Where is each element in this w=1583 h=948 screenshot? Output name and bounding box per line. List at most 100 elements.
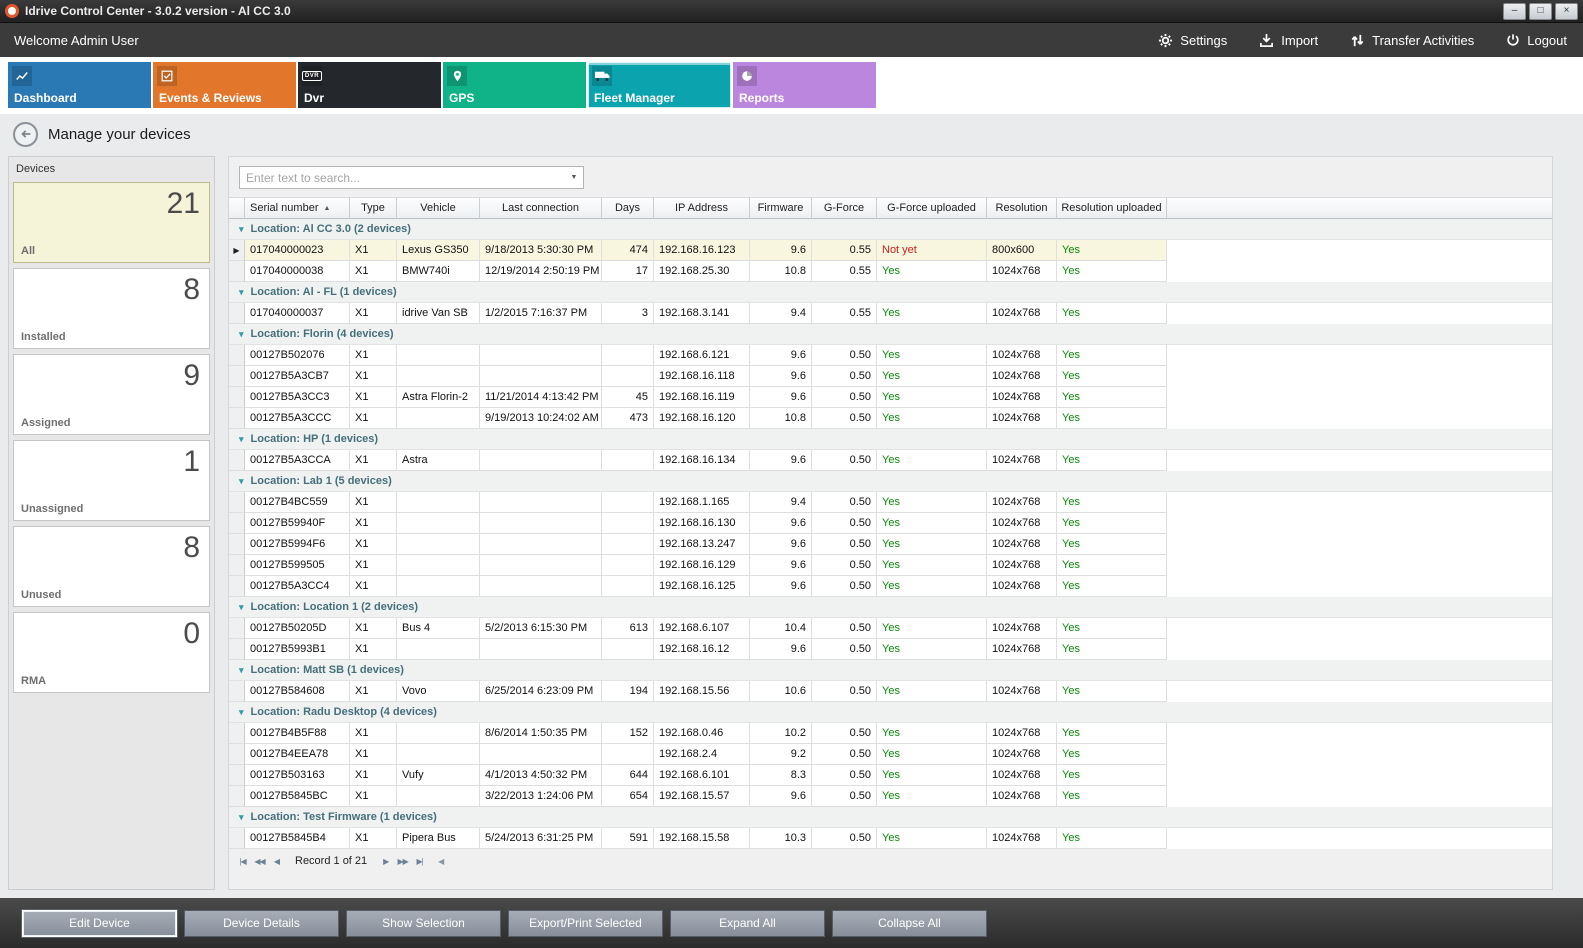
device-row[interactable]: ▶017040000023X1Lexus GS3509/18/2013 5:30… [229,240,1552,261]
cell-resolution-uploaded: Yes [1057,492,1167,513]
maximize-button[interactable]: □ [1529,3,1552,20]
topbar-actions: Settings Import Transfer Activities Logout [1158,33,1567,48]
tab-reports[interactable]: Reports [733,62,876,108]
topbar-action-transfer-activities[interactable]: Transfer Activities [1350,33,1474,48]
h-scroll-left-icon[interactable]: ◀ [438,857,444,866]
search-combobox[interactable]: ▼ [239,166,584,189]
device-row[interactable]: 00127B59940FX1192.168.16.1309.60.50Yes10… [229,513,1552,534]
device-row[interactable]: 00127B5A3CB7X1192.168.16.1189.60.50Yes10… [229,366,1552,387]
device-filter-card-installed[interactable]: 8Installed [13,268,210,349]
topbar-action-logout[interactable]: Logout [1506,33,1567,48]
group-row[interactable]: ▾Location: Al CC 3.0 (2 devices) [229,219,1552,240]
group-row[interactable]: ▾Location: Radu Desktop (4 devices) [229,702,1552,723]
collapse-all-button[interactable]: Collapse All [832,910,987,937]
cell-days: 644 [602,765,654,786]
cell-last-connection [480,513,602,534]
column-header-days[interactable]: Days [602,197,654,219]
tab-gps[interactable]: GPS [443,62,586,108]
cell-vehicle [397,744,480,765]
column-header-last-connection[interactable]: Last connection [480,197,602,219]
group-row[interactable]: ▾Location: Matt SB (1 devices) [229,660,1552,681]
column-header-serial-number[interactable]: Serial number▲ [245,197,350,219]
last-record-button[interactable]: ▶| [411,857,428,866]
device-row[interactable]: 00127B502076X1192.168.6.1219.60.50Yes102… [229,345,1552,366]
topbar-action-settings[interactable]: Settings [1158,33,1227,48]
device-row[interactable]: 00127B584608X1Vovo6/25/2014 6:23:09 PM19… [229,681,1552,702]
device-row[interactable]: 00127B5845BCX13/22/2013 1:24:06 PM654192… [229,786,1552,807]
cell-g-force: 0.50 [812,450,877,471]
prev-record-button[interactable]: ◀ [268,857,285,866]
device-row[interactable]: 00127B5845B4X1Pipera Bus5/24/2013 6:31:2… [229,828,1552,849]
cell-resolution: 1024x768 [987,576,1057,597]
group-row[interactable]: ▾Location: Location 1 (2 devices) [229,597,1552,618]
edit-device-button[interactable]: Edit Device [22,910,177,937]
device-details-button[interactable]: Device Details [184,910,339,937]
column-header-g-force[interactable]: G-Force [812,197,877,219]
column-header-ip-address[interactable]: IP Address [654,197,750,219]
next-page-button[interactable]: ▶▶ [394,857,411,866]
device-row[interactable]: 00127B50205DX1Bus 45/2/2013 6:15:30 PM61… [229,618,1552,639]
cell-days: 473 [602,408,654,429]
tab-dashboard[interactable]: Dashboard [8,62,151,108]
device-row[interactable]: 00127B5A3CC4X1192.168.16.1259.60.50Yes10… [229,576,1552,597]
column-header-vehicle[interactable]: Vehicle [397,197,480,219]
cell-type: X1 [350,555,397,576]
column-header-resolution-uploaded[interactable]: Resolution uploaded [1057,197,1167,219]
devices-panel: ▼ Serial number▲TypeVehicleLast connecti… [228,156,1553,890]
next-record-button[interactable]: ▶ [377,857,394,866]
tab-dvr[interactable]: DVRDvr [298,62,441,108]
group-collapse-icon: ▾ [239,707,244,718]
cell-resolution-uploaded: Yes [1057,681,1167,702]
first-record-button[interactable]: |◀ [234,857,251,866]
device-row[interactable]: 00127B5993B1X1192.168.16.129.60.50Yes102… [229,639,1552,660]
cell-days: 45 [602,387,654,408]
back-button[interactable] [13,122,38,147]
gps-pin-icon [447,66,467,86]
device-row[interactable]: 00127B599505X1192.168.16.1299.60.50Yes10… [229,555,1552,576]
device-filter-card-all[interactable]: 21All [13,182,210,263]
device-filter-card-rma[interactable]: 0RMA [13,612,210,693]
expand-all-button[interactable]: Expand All [670,910,825,937]
close-button[interactable]: × [1555,3,1578,20]
column-header-firmware[interactable]: Firmware [750,197,812,219]
column-header-resolution[interactable]: Resolution [987,197,1057,219]
device-row[interactable]: 00127B4BC559X1192.168.1.1659.40.50Yes102… [229,492,1552,513]
group-row[interactable]: ▾Location: HP (1 devices) [229,429,1552,450]
cell-resolution: 1024x768 [987,450,1057,471]
cell-days [602,450,654,471]
device-filter-card-unassigned[interactable]: 1Unassigned [13,440,210,521]
device-row[interactable]: 017040000038X1BMW740i12/19/2014 2:50:19 … [229,261,1552,282]
device-row[interactable]: 00127B5A3CCCX19/19/2013 10:24:02 AM47319… [229,408,1552,429]
group-row[interactable]: ▾Location: Florin (4 devices) [229,324,1552,345]
cell-resolution: 1024x768 [987,345,1057,366]
device-row[interactable]: 00127B5A3CC3X1Astra Florin-211/21/2014 4… [229,387,1552,408]
cell-type: X1 [350,576,397,597]
topbar-action-import[interactable]: Import [1259,33,1318,48]
export-print-selected-button[interactable]: Export/Print Selected [508,910,663,937]
cell-firmware: 9.6 [750,345,812,366]
tab-events-reviews[interactable]: Events & Reviews [153,62,296,108]
group-row[interactable]: ▾Location: Lab 1 (5 devices) [229,471,1552,492]
row-indicator-cell [229,765,245,786]
show-selection-button[interactable]: Show Selection [346,910,501,937]
device-row[interactable]: 00127B5A3CCAX1Astra192.168.16.1349.60.50… [229,450,1552,471]
device-row[interactable]: 017040000037X1idrive Van SB1/2/2015 7:16… [229,303,1552,324]
group-row[interactable]: ▾Location: Al - FL (1 devices) [229,282,1552,303]
minimize-button[interactable]: – [1503,3,1526,20]
column-header-type[interactable]: Type [350,197,397,219]
cell-days: 591 [602,828,654,849]
device-row[interactable]: 00127B503163X1Vufy4/1/2013 4:50:32 PM644… [229,765,1552,786]
device-filter-card-unused[interactable]: 8Unused [13,526,210,607]
cell-type: X1 [350,303,397,324]
row-filler [1167,723,1552,744]
tab-fleet-manager[interactable]: Fleet Manager [588,62,731,108]
column-header-g-force-uploaded[interactable]: G-Force uploaded [877,197,987,219]
device-row[interactable]: 00127B4EEA78X1192.168.2.49.20.50Yes1024x… [229,744,1552,765]
device-row[interactable]: 00127B5994F6X1192.168.13.2479.60.50Yes10… [229,534,1552,555]
device-row[interactable]: 00127B4B5F88X18/6/2014 1:50:35 PM152192.… [229,723,1552,744]
prev-page-button[interactable]: ◀◀ [251,857,268,866]
search-input[interactable] [240,171,565,185]
chevron-down-icon[interactable]: ▼ [565,174,583,181]
group-row[interactable]: ▾Location: Test Firmware (1 devices) [229,807,1552,828]
device-filter-card-assigned[interactable]: 9Assigned [13,354,210,435]
